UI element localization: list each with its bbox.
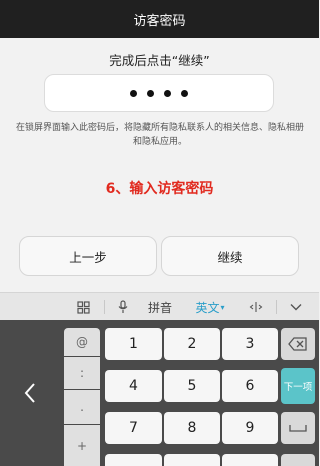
instruction-text: 完成后点击“继续”	[109, 53, 210, 68]
key-7[interactable]: 7	[105, 412, 162, 444]
continue-button[interactable]: 继续	[161, 236, 299, 276]
ime-toolbar: 拼音 英文 ▾	[0, 292, 319, 320]
key-8[interactable]: 8	[164, 412, 220, 444]
next-field-key[interactable]: 下一项	[281, 368, 315, 404]
chevron-down-icon[interactable]	[282, 293, 310, 321]
step-label: 6、输入访客密码	[105, 181, 214, 197]
key-3[interactable]: 3	[222, 328, 278, 360]
key-6[interactable]: 6	[222, 370, 278, 402]
symbol-key-at[interactable]: @	[64, 328, 100, 356]
pin-dots	[130, 89, 188, 97]
numeric-keyboard: @ : . + 1 2 3 4 5 6 7 8 9 下一项	[0, 320, 319, 466]
app-root: 访客密码 完成后点击“继续” 在锁屏界面输入此密码后，将隐藏所有隐私联系人的相关…	[0, 0, 319, 466]
key-bottom-left[interactable]	[105, 454, 162, 466]
pin-dot	[181, 89, 188, 97]
backspace-icon	[288, 337, 307, 351]
symbol-key-colon[interactable]: :	[64, 357, 100, 389]
page-title: 访客密码	[133, 13, 186, 29]
key-bottom-right[interactable]	[222, 454, 278, 466]
space-icon	[289, 425, 307, 432]
prev-button[interactable]: 上一步	[19, 236, 157, 276]
space-key[interactable]	[281, 412, 315, 444]
title-bar: 访客密码	[0, 0, 319, 38]
description-text: 在锁屏界面输入此密码后，将隐藏所有隐私联系人的相关信息、隐私相册和隐私应用。	[16, 123, 305, 147]
backspace-key[interactable]	[281, 328, 315, 360]
key-5[interactable]: 5	[164, 370, 220, 402]
key-1[interactable]: 1	[105, 328, 162, 360]
mic-icon[interactable]	[108, 293, 138, 321]
back-key[interactable]	[0, 320, 60, 466]
symbol-key-plus[interactable]: +	[64, 425, 100, 466]
cursor-move-icon[interactable]	[244, 293, 268, 321]
english-mode-label: 英文	[195, 300, 220, 315]
key-bottom-middle[interactable]	[164, 454, 220, 466]
pin-dot	[164, 89, 171, 97]
key-4[interactable]: 4	[105, 370, 162, 402]
dropdown-caret-icon: ▾	[220, 302, 225, 312]
pin-dot	[130, 89, 137, 97]
symbol-key-dot[interactable]: .	[64, 390, 100, 424]
main-content: 完成后点击“继续” 在锁屏界面输入此密码后，将隐藏所有隐私联系人的相关信息、隐私…	[0, 38, 319, 292]
pin-dot	[147, 89, 154, 97]
function-key-bottom[interactable]	[281, 454, 315, 466]
key-2[interactable]: 2	[164, 328, 220, 360]
chevron-left-icon	[24, 383, 35, 403]
english-mode[interactable]: 英文 ▾	[192, 293, 228, 321]
key-9[interactable]: 9	[222, 412, 278, 444]
grid-icon[interactable]	[66, 293, 100, 321]
pinyin-mode[interactable]: 拼音	[140, 293, 180, 321]
pin-input[interactable]	[44, 74, 274, 112]
